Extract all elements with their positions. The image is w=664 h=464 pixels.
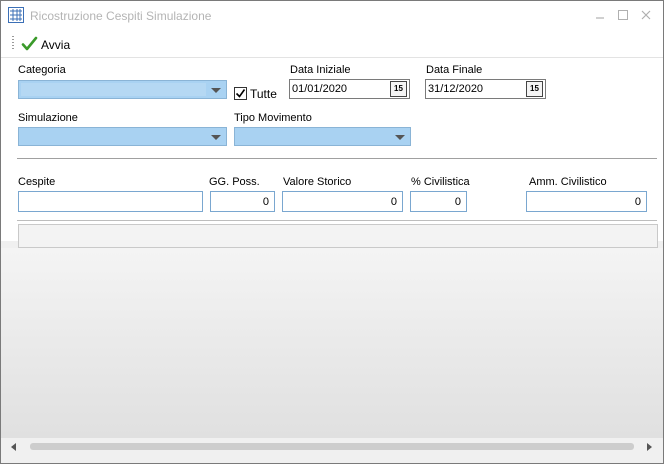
title-bar: Ricostruzione Cespiti Simulazione (1, 1, 663, 30)
valore-storico-label: Valore Storico (283, 176, 352, 188)
categoria-selection (21, 83, 206, 96)
minimize-icon[interactable] (593, 8, 607, 22)
simulazione-label: Simulazione (18, 112, 78, 124)
cespite-field[interactable] (18, 191, 203, 212)
data-finale-label: Data Finale (426, 64, 483, 76)
maximize-icon[interactable] (616, 8, 630, 22)
cespite-label: Cespite (18, 176, 56, 188)
gg-poss-value: 0 (262, 196, 269, 208)
chevron-down-icon (395, 135, 405, 140)
app-grid-icon (8, 7, 24, 23)
toolbar: Avvia (1, 30, 663, 58)
divider (17, 158, 657, 159)
tutte-label: Tutte (250, 87, 277, 101)
perc-civilistica-label: % Civilistica (411, 176, 470, 188)
results-area (1, 248, 663, 438)
valore-storico-field[interactable]: 0 (282, 191, 403, 212)
tipo-movimento-combo[interactable] (234, 127, 411, 146)
tutte-checkbox[interactable] (234, 87, 247, 100)
categoria-label: Categoria (18, 64, 66, 76)
valore-storico-value: 0 (390, 196, 397, 208)
amm-civilistico-label: Amm. Civilistico (529, 176, 607, 188)
calendar-icon[interactable]: 15 (390, 81, 407, 97)
checkmark-icon (21, 36, 38, 51)
data-iniziale-value: 01/01/2020 (292, 83, 348, 95)
amm-civilistico-value: 0 (634, 196, 641, 208)
categoria-combo[interactable] (18, 80, 227, 99)
gg-poss-label: GG. Poss. (209, 176, 260, 188)
main-window: Ricostruzione Cespiti Simulazione Avvia … (0, 0, 664, 464)
scroll-right-icon[interactable] (647, 443, 652, 451)
amm-civilistico-field[interactable]: 0 (526, 191, 647, 212)
chevron-down-icon (211, 88, 221, 93)
data-finale-value: 31/12/2020 (428, 83, 484, 95)
window-title: Ricostruzione Cespiti Simulazione (30, 9, 212, 23)
tipo-movimento-label: Tipo Movimento (234, 112, 312, 124)
data-iniziale-field[interactable]: 01/01/2020 15 (289, 79, 410, 99)
avvia-label: Avvia (41, 38, 71, 52)
gg-poss-field[interactable]: 0 (210, 191, 275, 212)
data-iniziale-label: Data Iniziale (290, 64, 351, 76)
avvia-button[interactable]: Avvia (21, 35, 70, 53)
data-finale-field[interactable]: 31/12/2020 15 (425, 79, 546, 99)
scrollbar-thumb[interactable] (30, 443, 634, 450)
form-area: Categoria Tutte Data Iniziale 01/01/2020… (1, 58, 663, 241)
chevron-down-icon (211, 135, 221, 140)
toolbar-grip[interactable] (12, 36, 14, 50)
perc-civilistica-field[interactable]: 0 (410, 191, 467, 212)
divider (17, 220, 657, 221)
check-icon (235, 89, 246, 98)
status-panel (18, 224, 658, 248)
horizontal-scrollbar[interactable] (1, 438, 663, 455)
calendar-icon[interactable]: 15 (526, 81, 543, 97)
simulazione-combo[interactable] (18, 127, 227, 146)
perc-civilistica-value: 0 (454, 196, 461, 208)
close-icon[interactable] (639, 8, 653, 22)
scroll-left-icon[interactable] (11, 443, 16, 451)
